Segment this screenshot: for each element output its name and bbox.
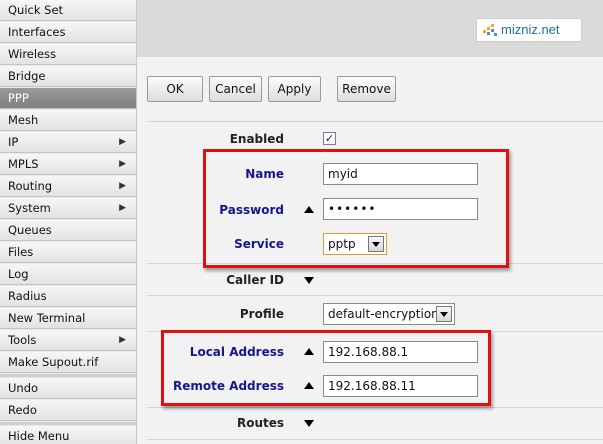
brand-logo: mizniz.net: [476, 18, 582, 42]
sidebar-item-hide-menu[interactable]: Hide Menu: [0, 426, 136, 444]
cancel-button[interactable]: Cancel: [209, 76, 262, 102]
sidebar-item-label: Bridge: [8, 69, 46, 83]
sidebar-item-mpls[interactable]: MPLS ▶: [0, 154, 136, 175]
sidebar-item-files[interactable]: Files: [0, 242, 136, 263]
main-panel: OK Cancel Apply Remove Enabled ✓ Name my…: [137, 57, 603, 444]
profile-select[interactable]: default-encryption: [323, 303, 455, 325]
sidebar-item-ip[interactable]: IP ▶: [0, 132, 136, 153]
submenu-arrow-icon: ▶: [119, 181, 126, 191]
routes-label: Routes: [236, 416, 284, 430]
sidebar-item-label: Undo: [8, 381, 39, 395]
divider: [147, 439, 603, 440]
sidebar-item-undo[interactable]: Undo: [0, 378, 136, 399]
sidebar-item-label: System: [8, 201, 51, 215]
expand-down-icon[interactable]: [304, 277, 314, 284]
sidebar-item-label: Log: [8, 267, 29, 281]
sidebar-item-ppp[interactable]: PPP: [0, 88, 136, 109]
submenu-arrow-icon: ▶: [119, 137, 126, 147]
caller-id-label: Caller ID: [226, 273, 284, 287]
check-icon: ✓: [324, 132, 335, 145]
sidebar-item-label: Quick Set: [8, 3, 64, 17]
sidebar-item-label: MPLS: [8, 157, 39, 171]
sidebar-item-label: Hide Menu: [8, 429, 70, 443]
sidebar-item-label: Files: [8, 245, 34, 259]
brand-text: mizniz.net: [501, 22, 560, 37]
sidebar-item-interfaces[interactable]: Interfaces: [0, 22, 136, 43]
sidebar-item-wireless[interactable]: Wireless: [0, 44, 136, 65]
enabled-label: Enabled: [229, 132, 284, 146]
expand-down-icon[interactable]: [304, 420, 314, 427]
highlight-box-credentials: [203, 149, 509, 268]
enabled-checkbox[interactable]: ✓: [323, 132, 336, 145]
highlight-box-addresses: [161, 330, 491, 406]
ok-button[interactable]: OK: [147, 76, 203, 102]
profile-select-value: default-encryption: [328, 307, 439, 321]
sidebar-item-label: Make Supout.rif: [8, 355, 99, 369]
sidebar-item-routing[interactable]: Routing ▶: [0, 176, 136, 197]
top-bar: mizniz.net: [137, 0, 603, 57]
sidebar-item-label: IP: [8, 135, 19, 149]
divider: [147, 407, 603, 408]
sidebar-item-label: Tools: [8, 333, 37, 347]
sidebar: Quick Set Interfaces Wireless Bridge PPP…: [0, 0, 137, 444]
sidebar-item-log[interactable]: Log: [0, 264, 136, 285]
sidebar-item-redo[interactable]: Redo: [0, 400, 136, 421]
chevron-down-icon: [436, 306, 452, 322]
sidebar-item-label: Queues: [8, 223, 52, 237]
sidebar-item-label: PPP: [8, 91, 29, 105]
menu-separator: [0, 374, 136, 377]
menu-separator: [0, 422, 136, 425]
sidebar-item-label: Routing: [8, 179, 53, 193]
sidebar-item-bridge[interactable]: Bridge: [0, 66, 136, 87]
sidebar-item-label: New Terminal: [8, 311, 86, 325]
sidebar-item-make-supout[interactable]: Make Supout.rif: [0, 352, 136, 373]
submenu-arrow-icon: ▶: [119, 159, 126, 169]
remove-button[interactable]: Remove: [337, 76, 396, 102]
sidebar-item-queues[interactable]: Queues: [0, 220, 136, 241]
divider: [147, 295, 603, 296]
sidebar-item-label: Radius: [8, 289, 47, 303]
apply-button[interactable]: Apply: [268, 76, 321, 102]
sidebar-item-label: Wireless: [8, 47, 57, 61]
sidebar-item-quick-set[interactable]: Quick Set: [0, 0, 136, 21]
sidebar-item-label: Redo: [8, 403, 37, 417]
sidebar-item-mesh[interactable]: Mesh: [0, 110, 136, 131]
divider: [147, 121, 603, 122]
logo-icon: [483, 24, 497, 36]
submenu-arrow-icon: ▶: [119, 203, 126, 213]
submenu-arrow-icon: ▶: [119, 335, 126, 345]
profile-label: Profile: [239, 307, 284, 321]
sidebar-item-radius[interactable]: Radius: [0, 286, 136, 307]
sidebar-item-label: Interfaces: [8, 25, 66, 39]
sidebar-item-tools[interactable]: Tools ▶: [0, 330, 136, 351]
sidebar-item-label: Mesh: [8, 113, 39, 127]
sidebar-item-system[interactable]: System ▶: [0, 198, 136, 219]
sidebar-item-new-terminal[interactable]: New Terminal: [0, 308, 136, 329]
